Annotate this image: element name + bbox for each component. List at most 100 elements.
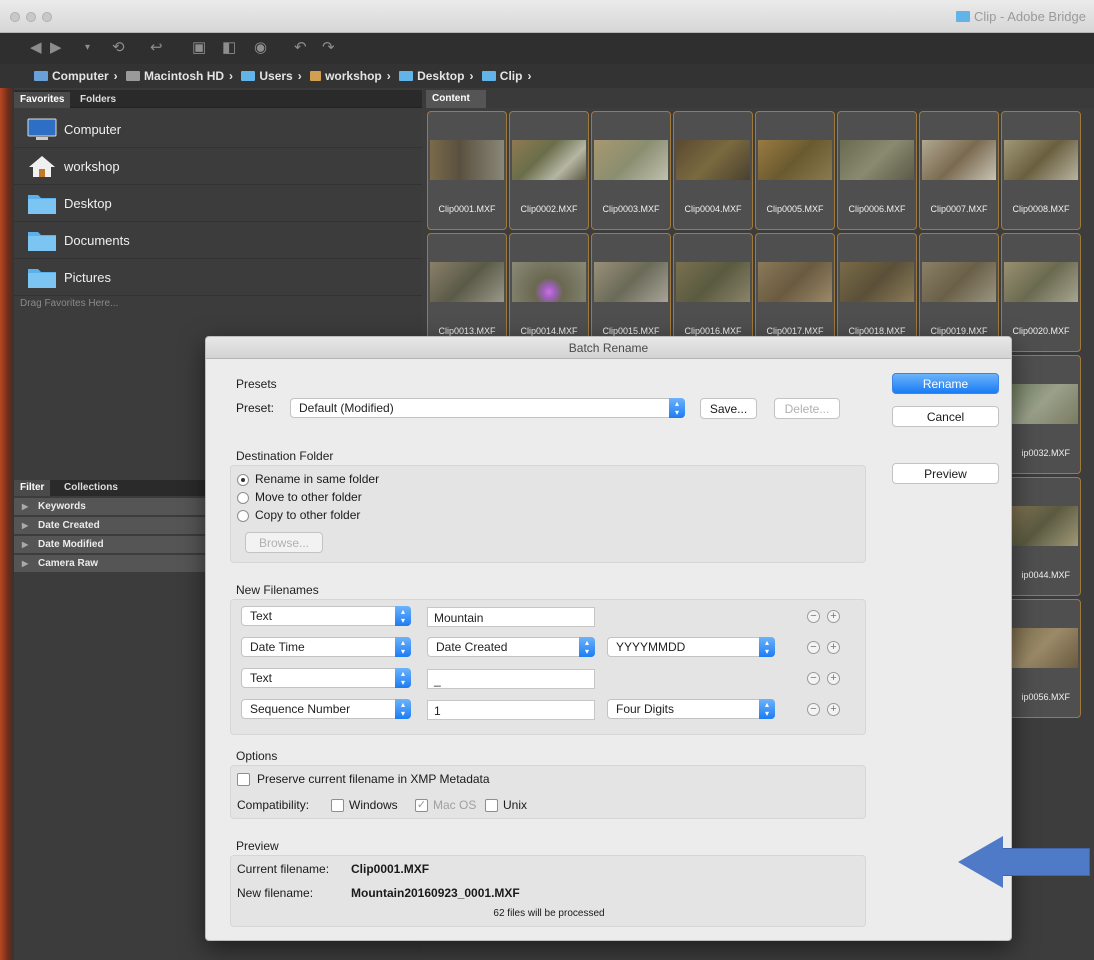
- video-thumbnail-image: [1004, 384, 1078, 424]
- refine-icon[interactable]: ◧: [222, 38, 236, 56]
- current-filename-label: Current filename:: [237, 862, 330, 876]
- video-thumbnail-image: [758, 140, 832, 180]
- forward-arrow-icon[interactable]: ▶: [50, 38, 62, 56]
- open-in-camera-raw-icon[interactable]: ◉: [254, 38, 267, 56]
- breadcrumb: Computer › Macintosh HD › Users › workshop ›…: [0, 64, 1094, 88]
- chevron-down-icon[interactable]: ▾: [85, 42, 90, 53]
- chevron-updown-icon: ▴ ▾: [759, 637, 775, 657]
- annotation-arrow-shaft: [1002, 848, 1090, 876]
- compatibility-label: Compatibility:: [237, 798, 310, 812]
- thumbnail[interactable]: Clip0017.MXF: [755, 233, 835, 352]
- preview-button[interactable]: Preview: [892, 463, 999, 484]
- rename-same-folder-label: Rename in same folder: [255, 472, 380, 486]
- new-filename-value: Mountain20160923_0001.MXF: [351, 886, 520, 900]
- row2-format-select[interactable]: YYYYMMDD ▴ ▾: [607, 637, 775, 657]
- row3-type-select[interactable]: Text ▴ ▾: [241, 668, 411, 688]
- favorite-desktop[interactable]: Desktop: [14, 185, 422, 222]
- thumbnail[interactable]: Clip0019.MXF: [919, 233, 999, 352]
- drag-favorites-hint: Drag Favorites Here...: [20, 298, 119, 309]
- remove-row-icon[interactable]: −: [807, 610, 820, 623]
- thumbnail[interactable]: Clip0002.MXF: [509, 111, 589, 230]
- row3-text-field[interactable]: _: [427, 669, 595, 689]
- zoom-window-button[interactable]: [42, 12, 52, 22]
- camera-icon[interactable]: ▣: [192, 38, 206, 56]
- macos-checkbox[interactable]: ✓: [415, 799, 428, 812]
- thumbnail[interactable]: Clip0008.MXF: [1001, 111, 1081, 230]
- thumbnail[interactable]: Clip0018.MXF: [837, 233, 917, 352]
- favorite-label: workshop: [64, 159, 120, 174]
- tab-favorites[interactable]: Favorites: [14, 92, 71, 108]
- return-icon[interactable]: ↩: [150, 38, 163, 56]
- row2-type-select[interactable]: Date Time ▴ ▾: [241, 637, 411, 657]
- thumbnail[interactable]: Clip0001.MXF: [427, 111, 507, 230]
- save-preset-button[interactable]: Save...: [700, 398, 757, 419]
- recent-folders-icon[interactable]: ⟲: [112, 38, 125, 56]
- rename-button[interactable]: Rename: [892, 373, 999, 394]
- remove-row-icon[interactable]: −: [807, 672, 820, 685]
- breadcrumb-desktop[interactable]: Desktop: [399, 69, 464, 83]
- unix-checkbox[interactable]: [485, 799, 498, 812]
- row4-start-number-field[interactable]: 1: [427, 700, 595, 720]
- breadcrumb-computer[interactable]: Computer: [34, 69, 109, 83]
- thumbnail[interactable]: ip0044.MXF: [1001, 477, 1081, 596]
- thumbnail[interactable]: Clip0016.MXF: [673, 233, 753, 352]
- breadcrumb-clip[interactable]: Clip: [481, 69, 522, 83]
- favorite-workshop[interactable]: workshop: [14, 148, 422, 185]
- breadcrumb-workshop[interactable]: workshop: [310, 69, 382, 83]
- close-window-button[interactable]: [10, 12, 20, 22]
- preserve-filename-checkbox[interactable]: [237, 773, 250, 786]
- thumbnail[interactable]: Clip0015.MXF: [591, 233, 671, 352]
- folder-icon: [481, 71, 496, 81]
- tab-collections[interactable]: Collections: [58, 480, 124, 496]
- add-row-icon[interactable]: +: [827, 703, 840, 716]
- add-row-icon[interactable]: +: [827, 672, 840, 685]
- preset-select[interactable]: Default (Modified) ▴ ▾: [290, 398, 685, 418]
- thumbnail[interactable]: Clip0007.MXF: [919, 111, 999, 230]
- video-thumbnail-image: [676, 140, 750, 180]
- rotate-right-icon[interactable]: ↷: [322, 38, 335, 56]
- favorite-pictures[interactable]: Pictures: [14, 259, 422, 296]
- preview-box: Current filename: Clip0001.MXF New filen…: [230, 855, 866, 927]
- favorite-documents[interactable]: Documents: [14, 222, 422, 259]
- add-row-icon[interactable]: +: [827, 610, 840, 623]
- tab-filter[interactable]: Filter: [14, 480, 51, 496]
- cancel-button[interactable]: Cancel: [892, 406, 999, 427]
- thumbnail[interactable]: ip0056.MXF: [1001, 599, 1081, 718]
- video-thumbnail-image: [512, 262, 586, 302]
- row4-digits-select[interactable]: Four Digits ▴ ▾: [607, 699, 775, 719]
- rotate-left-icon[interactable]: ↶: [294, 38, 307, 56]
- browse-button[interactable]: Browse...: [245, 532, 323, 553]
- breadcrumb-macintosh-hd[interactable]: Macintosh HD: [126, 69, 224, 83]
- folder-icon: [28, 195, 56, 214]
- tab-content[interactable]: Content: [426, 90, 486, 108]
- thumbnail[interactable]: Clip0005.MXF: [755, 111, 835, 230]
- thumbnail[interactable]: Clip0004.MXF: [673, 111, 753, 230]
- back-arrow-icon[interactable]: ◀: [30, 38, 42, 56]
- add-row-icon[interactable]: +: [827, 641, 840, 654]
- windows-checkbox[interactable]: [331, 799, 344, 812]
- thumbnail[interactable]: Clip0020.MXF: [1001, 233, 1081, 352]
- row1-text-field[interactable]: Mountain: [427, 607, 595, 627]
- video-thumbnail-image: [840, 140, 914, 180]
- thumbnail[interactable]: Clip0013.MXF: [427, 233, 507, 352]
- row4-type-select[interactable]: Sequence Number ▴ ▾: [241, 699, 411, 719]
- copy-folder-radio[interactable]: [237, 510, 249, 522]
- remove-row-icon[interactable]: −: [807, 703, 820, 716]
- row2-date-select[interactable]: Date Created ▴ ▾: [427, 637, 595, 657]
- remove-row-icon[interactable]: −: [807, 641, 820, 654]
- disclosure-triangle-icon: ▶: [22, 540, 29, 549]
- thumbnail[interactable]: Clip0014.MXF: [509, 233, 589, 352]
- thumbnail[interactable]: Clip0006.MXF: [837, 111, 917, 230]
- tab-folders[interactable]: Folders: [74, 92, 122, 108]
- favorite-computer[interactable]: Computer: [14, 111, 422, 148]
- delete-preset-button[interactable]: Delete...: [774, 398, 840, 419]
- video-thumbnail-image: [922, 140, 996, 180]
- new-filenames-title: New Filenames: [236, 583, 319, 597]
- rename-same-folder-radio[interactable]: [237, 474, 249, 486]
- minimize-window-button[interactable]: [26, 12, 36, 22]
- thumbnail[interactable]: Clip0003.MXF: [591, 111, 671, 230]
- move-folder-radio[interactable]: [237, 492, 249, 504]
- row1-type-select[interactable]: Text ▴ ▾: [241, 606, 411, 626]
- breadcrumb-users[interactable]: Users: [241, 69, 293, 83]
- thumbnail[interactable]: ip0032.MXF: [1001, 355, 1081, 474]
